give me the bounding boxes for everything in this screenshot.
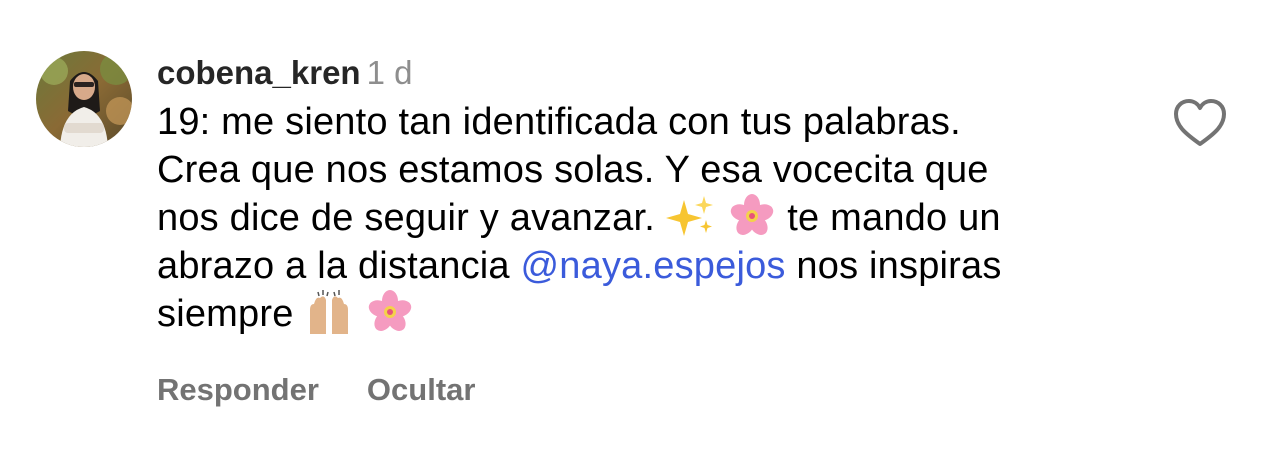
mention-link[interactable]: @naya.espejos <box>521 245 786 287</box>
comment-time: 1 d <box>366 54 413 91</box>
comment-line: siempre <box>157 290 1147 338</box>
comment-username[interactable]: cobena_kren <box>157 54 361 91</box>
reply-button[interactable]: Responder <box>157 372 319 407</box>
heart-outline-icon <box>1174 99 1226 146</box>
avatar[interactable] <box>36 51 132 147</box>
comment-text: 19: me siento tan identificada con tus p… <box>157 98 1147 338</box>
comment-line: Crea que nos estamos solas. Y esa voceci… <box>157 149 989 191</box>
sparkles-emoji <box>665 194 716 238</box>
cherry-blossom-emoji <box>727 194 777 238</box>
like-button[interactable] <box>1172 98 1228 148</box>
comment-text-segment: te mando un <box>787 197 1001 239</box>
comment-header: cobena_kren 1 d <box>157 48 1147 98</box>
comment-line: nos dice de seguir y avanzar. te mando u… <box>157 194 1147 242</box>
cherry-blossom-emoji <box>365 290 415 334</box>
comment-text-segment: nos dice de seguir y avanzar. <box>157 197 655 239</box>
comment-text-segment: siempre <box>157 293 294 335</box>
comment-text-segment: abrazo a la distancia <box>157 245 510 287</box>
comment-line: 19: me siento tan identificada con tus p… <box>157 101 961 143</box>
comment-text-segment: nos inspiras <box>796 245 1002 287</box>
comment: cobena_kren 1 d 19: me siento tan identif… <box>157 48 1147 338</box>
comment-line: abrazo a la distancia @naya.espejos nos … <box>157 242 1147 290</box>
hide-button[interactable]: Ocultar <box>367 372 476 407</box>
raising-hands-emoji <box>304 290 354 334</box>
comment-actions: Responder Ocultar <box>157 368 523 412</box>
